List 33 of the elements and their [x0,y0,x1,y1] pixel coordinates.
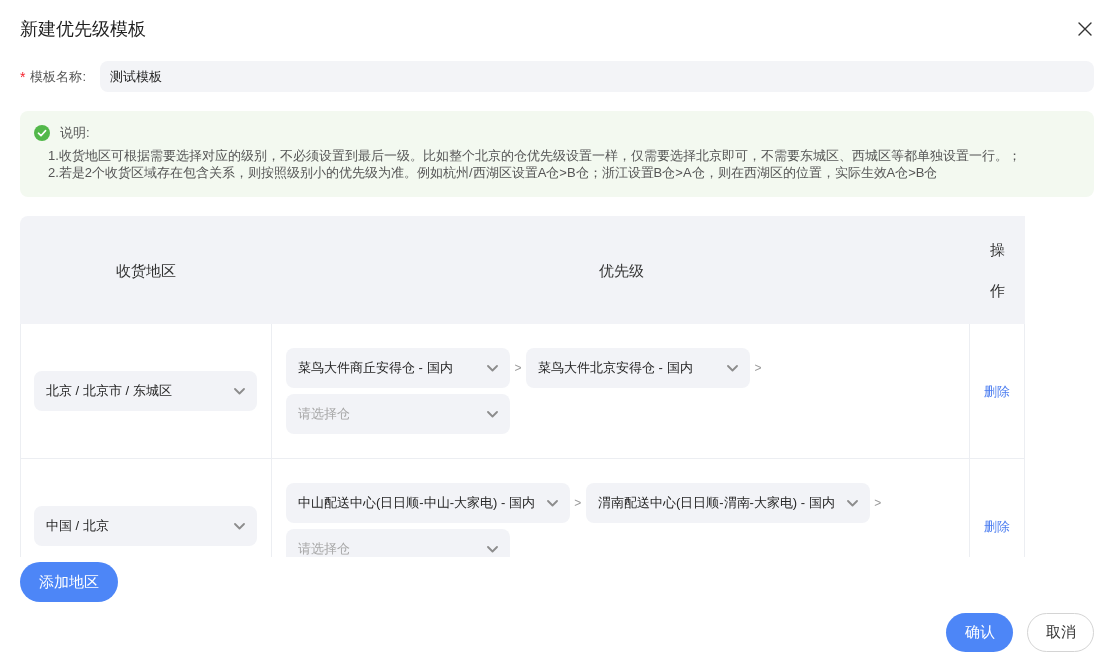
delete-link[interactable]: 删除 [984,383,1010,399]
chevron-down-icon [234,522,245,530]
required-mark: * [20,68,26,85]
warehouse-select[interactable]: 菜鸟大件商丘安得仓 - 国内 [286,348,510,388]
dialog-title: 新建优先级模板 [20,18,146,41]
chevron-down-icon [234,387,245,395]
warehouse-select[interactable]: 渭南配送中心(日日顺-渭南-大家电) - 国内 [585,483,870,523]
delete-link[interactable]: 删除 [984,518,1010,534]
name-input[interactable]: 测试模板 [100,61,1094,92]
column-header: 优先级 [272,216,970,324]
column-header: 操作 [970,216,1025,324]
separator: > [573,496,583,510]
note-title: 说明: [60,124,90,142]
chevron-down-icon [727,364,738,372]
separator: > [753,361,763,375]
region-select[interactable]: 中国 / 北京 [34,506,257,546]
separator: > [873,496,883,510]
chevron-down-icon [487,545,498,553]
separator: > [513,361,523,375]
chevron-down-icon [546,499,558,507]
check-circle-icon [34,125,50,141]
close-icon[interactable] [1078,22,1092,36]
note-text: 1.收货地区可根据需要选择对应的级别，不必须设置到最后一级。比如整个北京的仓优先级设置一样，仅需要选择北京即可，不需要东城区、西城区等都单独设置一行。； [47,147,1022,164]
chevron-down-icon [487,410,498,418]
note-text: 2.若是2个收货区域存在包含关系，则按照级别小的优先级为准。例如杭州/西湖区设置A仓>B仓；浙江设置B仓>A仓，则在西湖区的位置，实际生效A仓>B仓 [47,164,939,181]
chevron-down-icon [487,364,498,372]
column-header: 收货地区 [20,216,272,324]
cancel-button[interactable]: 取消 [1027,613,1094,652]
field-label: 模板名称: [30,67,87,86]
warehouse-select[interactable]: 中山配送中心(日日顺-中山-大家电) - 国内 [286,483,570,523]
warehouse-select[interactable]: 菜鸟大件北京安得仓 - 国内 [526,348,750,388]
region-select[interactable]: 北京 / 北京市 / 东城区 [34,371,257,411]
chevron-down-icon [846,499,858,507]
